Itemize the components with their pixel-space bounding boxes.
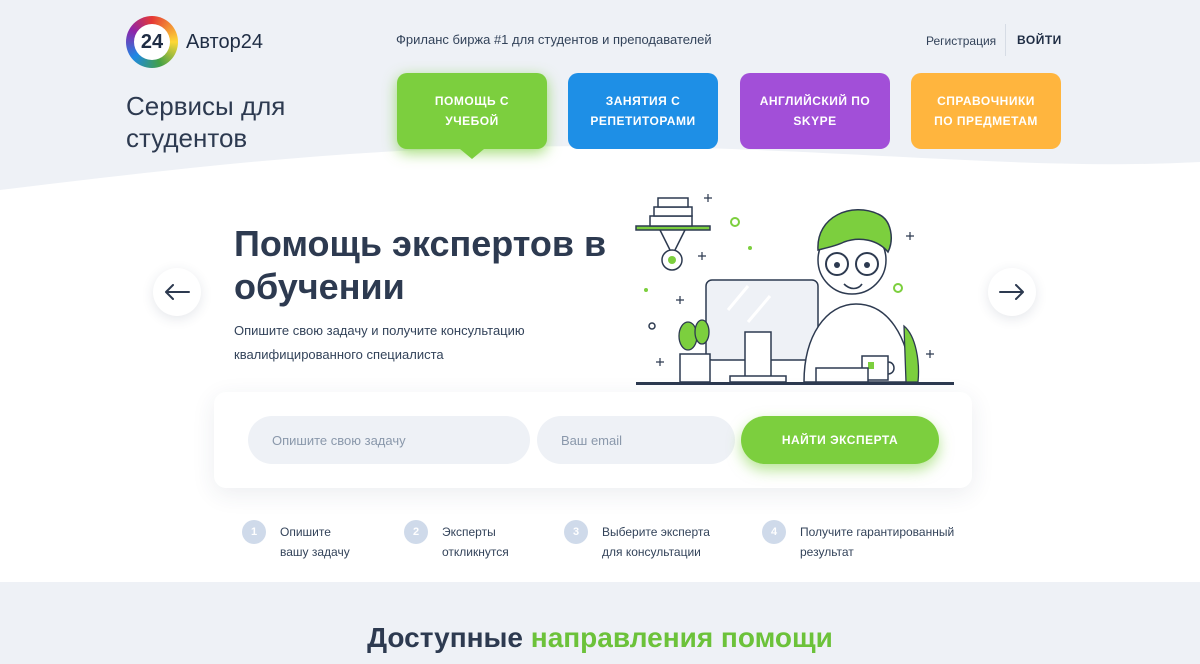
logo-number: 24 (134, 24, 170, 60)
directions-section-title: Доступные направления помощи (0, 622, 1200, 654)
tab-label: ЗАНЯТИЯ С РЕПЕТИТОРАМИ (590, 94, 696, 128)
carousel-prev-button[interactable] (153, 268, 201, 316)
tab-label: СПРАВОЧНИКИ ПО ПРЕДМЕТАМ (934, 94, 1038, 128)
tab-study-help[interactable]: ПОМОЩЬ С УЧЕБОЙ (397, 73, 547, 159)
tab-tutors[interactable]: ЗАНЯТИЯ С РЕПЕТИТОРАМИ (568, 73, 718, 149)
step-number: 4 (762, 520, 786, 544)
step-text: Эксперты откликнутся (442, 522, 509, 562)
step-item: 2 Эксперты откликнутся (404, 520, 509, 562)
logo-icon: 24 (126, 16, 178, 68)
tab-label: ПОМОЩЬ С УЧЕБОЙ (434, 94, 510, 128)
logo-text: Автор24 (186, 30, 263, 53)
hero-subtitle: Опишите свою задачу и получите консульта… (234, 323, 525, 362)
step-line: Выберите эксперта (602, 525, 710, 539)
arrow-left-icon (165, 284, 190, 300)
step-number: 3 (564, 520, 588, 544)
services-title: Сервисы для студентов (126, 91, 286, 153)
step-item: 1 Опишите вашу задачу (242, 520, 350, 562)
step-text: Получите гарантированный результат (800, 522, 954, 562)
step-line: Получите гарантированный (800, 525, 955, 539)
step-line: для консультации (602, 545, 701, 559)
section-title-accent: направления помощи (530, 622, 833, 653)
task-input[interactable] (248, 416, 530, 464)
carousel-next-button[interactable] (988, 268, 1036, 316)
step-line: Опишите (280, 525, 331, 539)
step-line: результат (800, 545, 854, 559)
step-number: 1 (242, 520, 266, 544)
register-link[interactable]: Регистрация (926, 34, 996, 48)
student-at-computer-illustration (635, 194, 954, 385)
section-title-part: Доступные (367, 622, 523, 653)
step-line: Эксперты (442, 525, 496, 539)
expert-search-form: НАЙТИ ЭКСПЕРТА (214, 392, 972, 488)
hero-title: Помощь экспертов в обучении (234, 223, 607, 307)
step-number: 2 (404, 520, 428, 544)
tab-label: АНГЛИЙСКИЙ ПО SKYPE (759, 94, 871, 128)
step-line: вашу задачу (280, 545, 350, 559)
login-button[interactable]: ВОЙТИ (1017, 33, 1062, 47)
tab-english-skype[interactable]: АНГЛИЙСКИЙ ПО SKYPE (740, 73, 890, 149)
step-item: 3 Выберите эксперта для консультации (564, 520, 710, 562)
step-text: Выберите эксперта для консультации (602, 522, 710, 562)
site-tagline: Фриланс биржа #1 для студентов и препода… (396, 32, 712, 47)
step-line: откликнутся (442, 545, 509, 559)
tab-reference-books[interactable]: СПРАВОЧНИКИ ПО ПРЕДМЕТАМ (911, 73, 1061, 149)
step-text: Опишите вашу задачу (280, 522, 350, 562)
find-expert-button[interactable]: НАЙТИ ЭКСПЕРТА (741, 416, 939, 464)
email-input[interactable] (537, 416, 735, 464)
arrow-right-icon (999, 284, 1024, 300)
step-item: 4 Получите гарантированный результат (762, 520, 954, 562)
nav-divider (1005, 24, 1006, 56)
site-logo[interactable]: 24 Автор24 (126, 16, 263, 68)
